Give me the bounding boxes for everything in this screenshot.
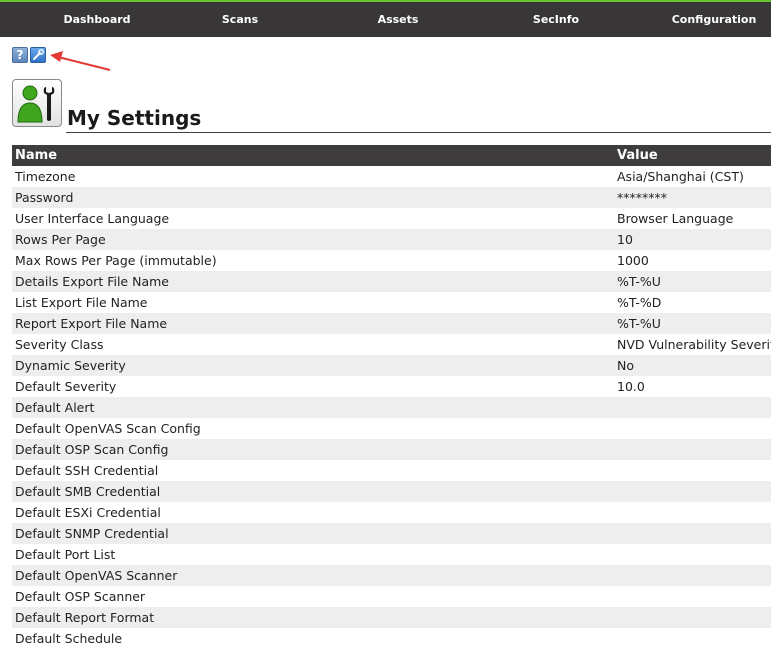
setting-name: Dynamic Severity	[15, 358, 126, 373]
setting-value: NVD Vulnerability Severity	[617, 337, 771, 352]
table-row: Severity Class NVD Vulnerability Severity	[12, 334, 771, 355]
table-row: User Interface Language Browser Language	[12, 208, 771, 229]
title-divider	[66, 132, 771, 133]
table-row: Timezone Asia/Shanghai (CST)	[12, 166, 771, 187]
table-row: Default OpenVAS Scanner	[12, 565, 771, 586]
setting-name: Default Alert	[15, 400, 95, 415]
setting-name: Default SSH Credential	[15, 463, 159, 478]
nav-configuration[interactable]: Configuration	[664, 2, 764, 37]
main-navbar: Dashboard Scans Assets SecInfo Configura…	[0, 2, 771, 37]
nav-dashboard[interactable]: Dashboard	[47, 2, 147, 37]
page-title: My Settings	[67, 106, 202, 130]
column-header-value: Value	[617, 148, 658, 163]
setting-value: 10	[617, 232, 633, 247]
annotation-arrow-icon	[50, 51, 111, 71]
setting-name: Default SMB Credential	[15, 484, 161, 499]
setting-value: ********	[617, 190, 667, 205]
settings-table-body: Timezone Asia/Shanghai (CST) Password *****…	[12, 166, 771, 649]
setting-name: Default OpenVAS Scan Config	[15, 421, 201, 436]
setting-name: Default Port List	[15, 547, 116, 562]
settings-table-header: Name Value	[12, 145, 771, 166]
setting-name: Default OSP Scan Config	[15, 442, 169, 457]
setting-value: %T-%U	[617, 316, 661, 331]
table-row: Default Alert	[12, 397, 771, 418]
setting-name: Rows Per Page	[15, 232, 106, 247]
setting-name: User Interface Language	[15, 211, 170, 226]
setting-value: Browser Language	[617, 211, 734, 226]
setting-name: Password	[15, 190, 74, 205]
setting-name: Default OSP Scanner	[15, 589, 146, 604]
my-settings-icon	[12, 79, 62, 127]
table-row: Default OSP Scan Config	[12, 439, 771, 460]
table-row: Default Severity 10.0	[12, 376, 771, 397]
setting-name: Timezone	[15, 169, 76, 184]
table-row: Password ********	[12, 187, 771, 208]
nav-assets[interactable]: Assets	[358, 2, 438, 37]
table-row: Rows Per Page 10	[12, 229, 771, 250]
setting-value: 10.0	[617, 379, 645, 394]
setting-name: Report Export File Name	[15, 316, 168, 331]
table-row: Default Port List	[12, 544, 771, 565]
table-row: Report Export File Name %T-%U	[12, 313, 771, 334]
table-row: List Export File Name %T-%D	[12, 292, 771, 313]
table-row: Default OSP Scanner	[12, 586, 771, 607]
table-row: Max Rows Per Page (immutable) 1000	[12, 250, 771, 271]
table-row: Default SSH Credential	[12, 460, 771, 481]
setting-name: Default Report Format	[15, 610, 155, 625]
setting-value: No	[617, 358, 634, 373]
nav-scans[interactable]: Scans	[200, 2, 280, 37]
nav-secinfo[interactable]: SecInfo	[516, 2, 596, 37]
setting-name: Max Rows Per Page (immutable)	[15, 253, 217, 268]
table-row: Default OpenVAS Scan Config	[12, 418, 771, 439]
setting-name: Default ESXi Credential	[15, 505, 161, 520]
table-row: Default Schedule	[12, 628, 771, 649]
table-row: Details Export File Name %T-%U	[12, 271, 771, 292]
setting-name: Default Schedule	[15, 631, 123, 646]
setting-value: Asia/Shanghai (CST)	[617, 169, 744, 184]
edit-settings-icon[interactable]	[30, 47, 46, 63]
table-row: Default ESXi Credential	[12, 502, 771, 523]
setting-name: Details Export File Name	[15, 274, 169, 289]
table-row: Default SNMP Credential	[12, 523, 771, 544]
help-icon[interactable]: ?	[12, 47, 28, 63]
setting-value: 1000	[617, 253, 649, 268]
table-row: Dynamic Severity No	[12, 355, 771, 376]
setting-name: Severity Class	[15, 337, 104, 352]
table-row: Default Report Format	[12, 607, 771, 628]
setting-value: %T-%U	[617, 274, 661, 289]
setting-name: Default Severity	[15, 379, 117, 394]
setting-name: Default SNMP Credential	[15, 526, 169, 541]
setting-name: List Export File Name	[15, 295, 148, 310]
setting-name: Default OpenVAS Scanner	[15, 568, 178, 583]
table-row: Default SMB Credential	[12, 481, 771, 502]
column-header-name: Name	[15, 148, 58, 163]
setting-value: %T-%D	[617, 295, 662, 310]
